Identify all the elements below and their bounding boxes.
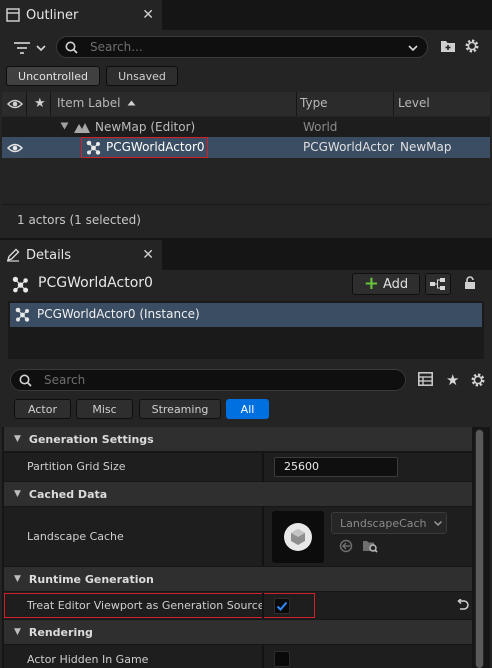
filter-actor-button[interactable]: Actor bbox=[14, 399, 71, 419]
category-cached-data[interactable]: ▼ Cached Data bbox=[4, 482, 472, 506]
column-divider bbox=[393, 92, 394, 116]
sort-ascending-icon bbox=[127, 100, 136, 106]
search-icon bbox=[19, 374, 32, 387]
type-column-header[interactable]: Type bbox=[300, 96, 328, 110]
plus-icon: + bbox=[363, 273, 379, 294]
add-button-label: Add bbox=[382, 276, 409, 292]
chevron-down-icon bbox=[433, 520, 442, 526]
actor-level: NewMap bbox=[400, 140, 452, 154]
search-icon bbox=[65, 41, 78, 54]
category-runtime-generation[interactable]: ▼ Runtime Generation bbox=[4, 567, 472, 591]
column-splitter[interactable] bbox=[262, 453, 264, 481]
instance-actor-icon bbox=[15, 307, 30, 322]
column-splitter[interactable] bbox=[262, 645, 264, 668]
landscape-cache-label: Landscape Cache bbox=[27, 530, 124, 543]
filter-dropdown[interactable] bbox=[14, 40, 48, 56]
collapse-arrow-icon: ▼ bbox=[14, 434, 21, 444]
search-history-chevron-icon[interactable] bbox=[407, 44, 419, 52]
details-settings-gear-icon[interactable] bbox=[470, 372, 486, 388]
map-icon bbox=[74, 121, 90, 133]
asset-thumbnail-icon bbox=[284, 523, 312, 551]
item-label-header-text: Item Label bbox=[57, 96, 121, 110]
outliner-tab[interactable]: Outliner ✕ bbox=[0, 0, 162, 30]
newmap-label: NewMap (Editor) bbox=[95, 120, 196, 134]
category-generation-settings[interactable]: ▼ Generation Settings bbox=[4, 427, 472, 451]
item-label-column-header[interactable]: Item Label bbox=[57, 96, 136, 110]
treat-viewport-label: Treat Editor Viewport as Generation Sour… bbox=[27, 599, 265, 612]
column-divider bbox=[26, 92, 27, 116]
details-search-placeholder: Search bbox=[44, 373, 86, 387]
property-matrix-icon[interactable] bbox=[418, 372, 433, 386]
newmap-type: World bbox=[303, 120, 338, 134]
close-details-icon[interactable]: ✕ bbox=[142, 247, 154, 263]
use-selected-asset-icon[interactable] bbox=[339, 539, 353, 553]
browse-asset-icon[interactable] bbox=[362, 539, 378, 553]
filter-misc-button[interactable]: Misc bbox=[76, 399, 133, 419]
filter-icon bbox=[14, 42, 30, 54]
details-actor-icon bbox=[12, 276, 29, 293]
pinned-column-star-icon[interactable]: ★ bbox=[34, 96, 46, 111]
details-scrollbar-thumb[interactable] bbox=[476, 430, 483, 668]
instance-label: PCGWorldActor0 (Instance) bbox=[37, 307, 200, 321]
actor-visibility-eye-icon[interactable] bbox=[7, 142, 23, 154]
category-label: Generation Settings bbox=[28, 432, 154, 446]
asset-thumbnail[interactable] bbox=[272, 511, 324, 563]
outliner-status-text: 1 actors (1 selected) bbox=[17, 213, 141, 227]
category-label: Cached Data bbox=[28, 487, 108, 501]
column-divider bbox=[50, 92, 51, 116]
outliner-tab-title: Outliner bbox=[26, 7, 79, 23]
actor-type: PCGWorldActor bbox=[303, 140, 394, 154]
add-component-button[interactable]: + Add bbox=[352, 273, 420, 295]
outliner-settings-gear-icon[interactable] bbox=[464, 38, 480, 54]
status-divider bbox=[2, 204, 490, 205]
reset-to-default-icon[interactable] bbox=[455, 599, 469, 611]
filter-all-button[interactable]: All bbox=[226, 399, 269, 419]
column-divider bbox=[296, 92, 297, 116]
partition-grid-size-field[interactable]: 25600 bbox=[274, 457, 398, 477]
details-tab-title: Details bbox=[26, 247, 72, 263]
uncontrolled-filter-button[interactable]: Uncontrolled bbox=[6, 66, 100, 86]
landscape-cache-asset-picker[interactable]: LandscapeCach bbox=[331, 512, 447, 534]
details-tab[interactable]: Details ✕ bbox=[0, 240, 162, 270]
expand-arrow-icon[interactable] bbox=[60, 122, 69, 130]
outliner-search-placeholder: Search... bbox=[90, 40, 143, 54]
column-splitter[interactable] bbox=[262, 593, 264, 618]
details-actor-name[interactable]: PCGWorldActor0 bbox=[38, 275, 153, 291]
add-folder-icon[interactable] bbox=[440, 39, 456, 53]
unsaved-filter-button[interactable]: Unsaved bbox=[106, 66, 178, 86]
partition-grid-size-label: Partition Grid Size bbox=[27, 460, 126, 473]
blueprint-button[interactable] bbox=[425, 273, 451, 295]
treat-viewport-checkbox[interactable] bbox=[274, 598, 290, 614]
filter-streaming-button[interactable]: Streaming bbox=[139, 399, 221, 419]
close-outliner-icon[interactable]: ✕ bbox=[142, 7, 154, 23]
collapse-arrow-icon: ▼ bbox=[14, 627, 21, 637]
actor-hidden-label: Actor Hidden In Game bbox=[27, 653, 149, 666]
actor-label: PCGWorldActor0 bbox=[106, 140, 205, 154]
checkmark-icon bbox=[276, 601, 288, 611]
outliner-search-input[interactable]: Search... bbox=[56, 36, 428, 58]
chevron-down-icon bbox=[36, 45, 46, 52]
actor-hidden-checkbox[interactable] bbox=[274, 651, 290, 667]
pcg-actor-icon bbox=[86, 140, 101, 155]
favorites-star-icon[interactable]: ★ bbox=[446, 371, 459, 389]
collapse-arrow-icon: ▼ bbox=[14, 574, 21, 584]
lock-icon[interactable] bbox=[463, 276, 477, 290]
asset-picker-value: LandscapeCach bbox=[340, 516, 427, 530]
category-rendering[interactable]: ▼ Rendering bbox=[4, 620, 472, 644]
blueprint-hierarchy-icon bbox=[430, 278, 445, 290]
category-label: Runtime Generation bbox=[28, 572, 154, 586]
level-column-header[interactable]: Level bbox=[398, 96, 430, 110]
category-label: Rendering bbox=[28, 625, 93, 639]
collapse-arrow-icon: ▼ bbox=[14, 489, 21, 499]
outliner-icon bbox=[6, 8, 20, 22]
details-pencil-icon bbox=[6, 248, 20, 262]
visibility-column-eye-icon[interactable] bbox=[7, 98, 23, 110]
column-splitter[interactable] bbox=[262, 507, 264, 566]
details-search-input[interactable]: Search bbox=[10, 369, 406, 391]
